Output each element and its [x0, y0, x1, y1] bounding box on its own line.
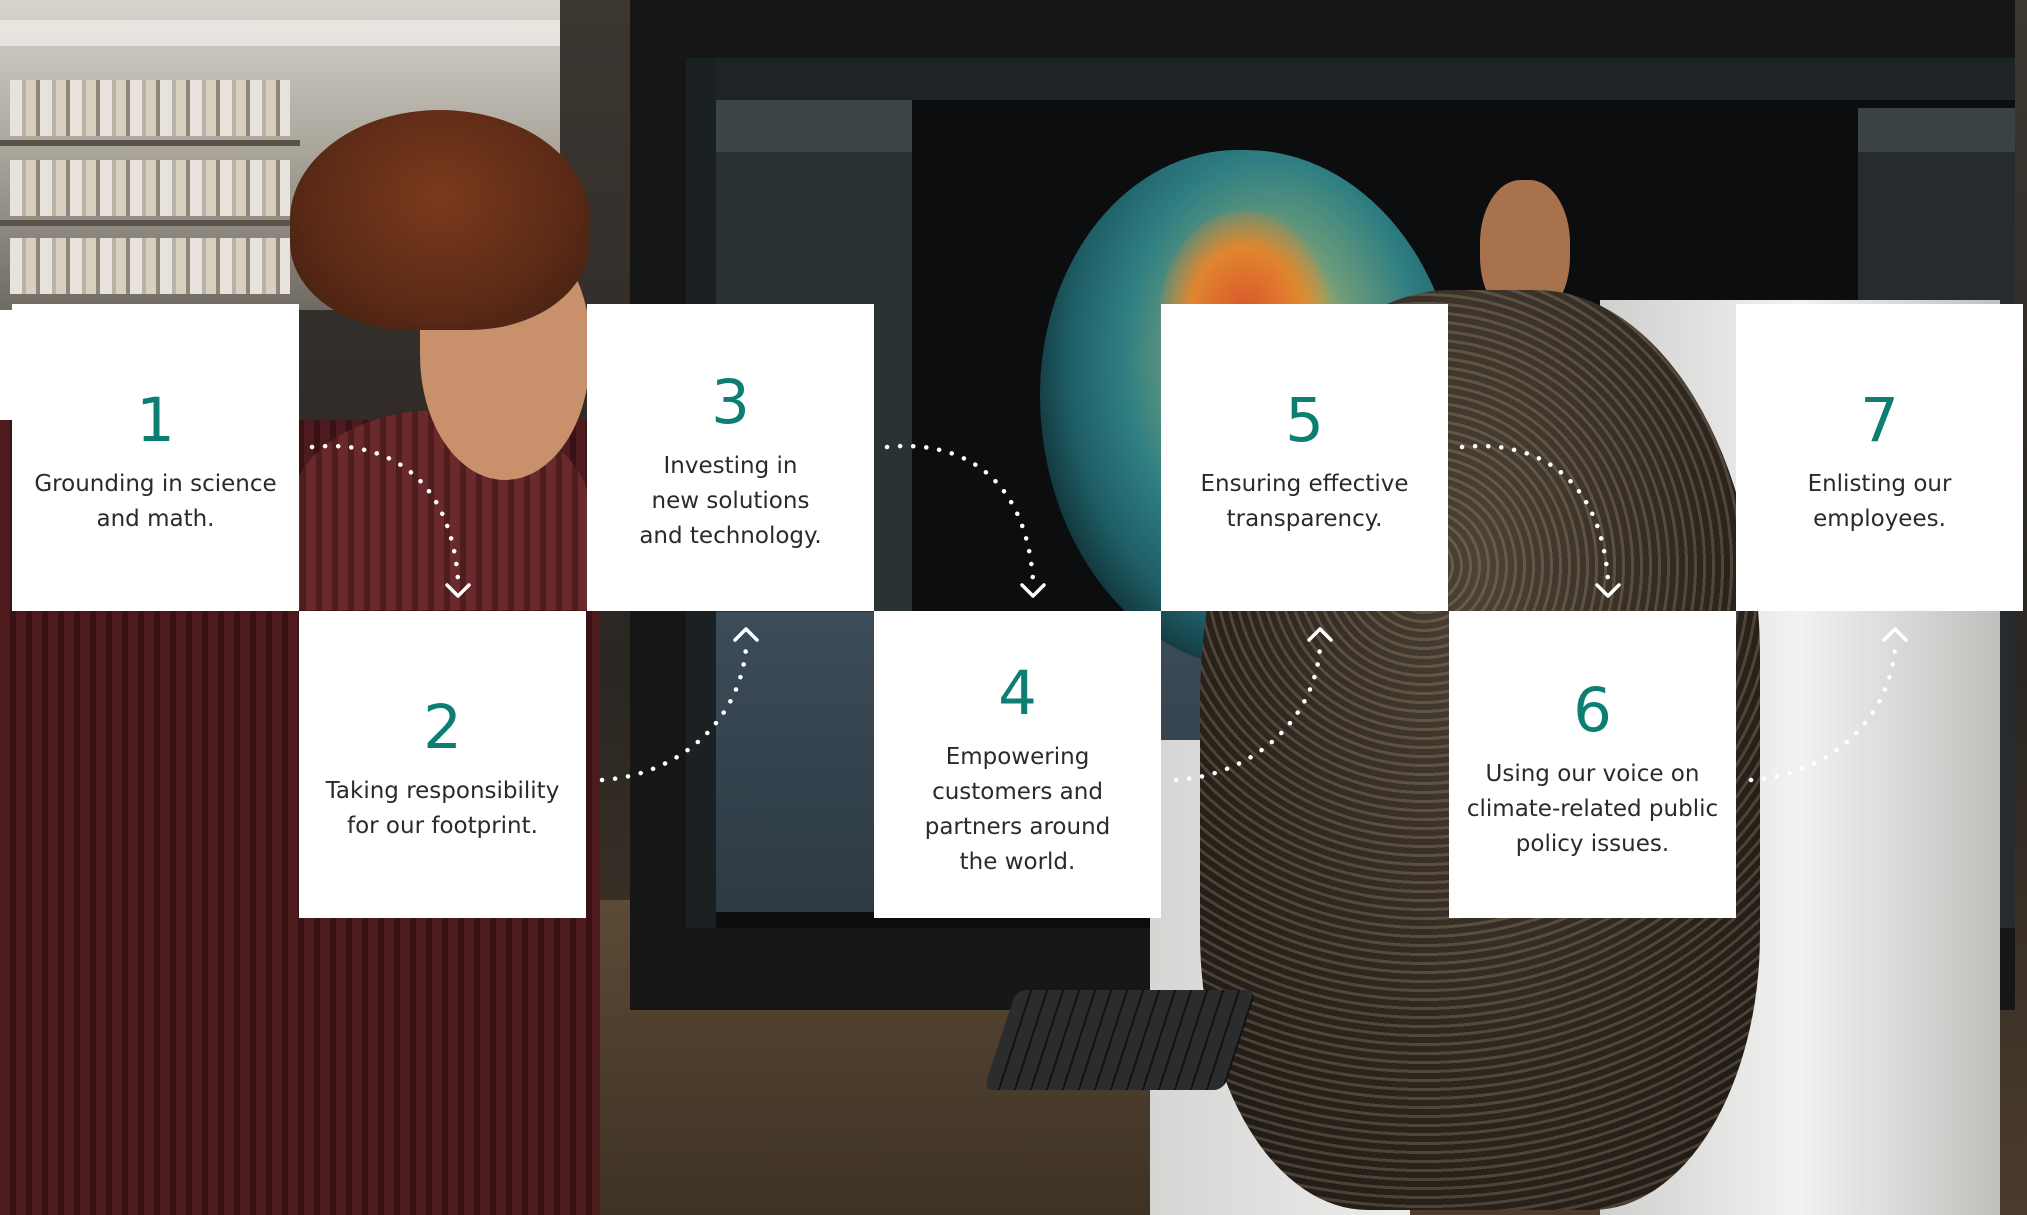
- principle-text: Enlisting our employees.: [1807, 471, 1952, 532]
- books-row: [10, 80, 290, 136]
- shelf: [0, 140, 300, 146]
- principle-card-7: 7 Enlisting our employees.: [1736, 304, 2023, 611]
- ceiling-light: [0, 20, 560, 46]
- principle-card-2: 2 Taking responsibility for our footprin…: [299, 611, 586, 918]
- principle-number: 6: [1573, 675, 1612, 746]
- principle-text: Ensuring effective transparency.: [1200, 471, 1409, 532]
- man-hair: [290, 110, 590, 330]
- principle-card-1: 1 Grounding in science and math.: [12, 304, 299, 611]
- shelf: [0, 220, 300, 226]
- principle-number: 4: [998, 658, 1037, 729]
- principle-text: Taking responsibility for our footprint.: [325, 778, 560, 839]
- principle-text: Empowering customers and partners around…: [924, 744, 1111, 875]
- principle-number: 7: [1860, 385, 1899, 456]
- principle-number: 3: [711, 367, 750, 438]
- principle-number: 5: [1285, 385, 1324, 456]
- principle-number: 1: [136, 385, 175, 456]
- principle-card-3: 3 Investing in new solutions and technol…: [587, 304, 874, 611]
- principle-card-5: 5 Ensuring effective transparency.: [1161, 304, 1448, 611]
- principle-text: Investing in new solutions and technolog…: [639, 453, 822, 549]
- books-row: [10, 238, 290, 294]
- monitor-app-toolbar: [700, 58, 2015, 100]
- principle-number: 2: [423, 692, 462, 763]
- principle-card-6: 6 Using our voice on climate-related pub…: [1449, 611, 1736, 918]
- books-row: [10, 160, 290, 216]
- principle-text: Using our voice on climate-related publi…: [1466, 761, 1719, 857]
- principle-text: Grounding in science and math.: [34, 471, 277, 532]
- principle-card-4: 4 Empowering customers and partners arou…: [874, 611, 1161, 918]
- monitor-app-explorer-header: [716, 100, 912, 152]
- monitor-app-right-tabs: [1858, 108, 2015, 152]
- keyboard: [983, 990, 1257, 1090]
